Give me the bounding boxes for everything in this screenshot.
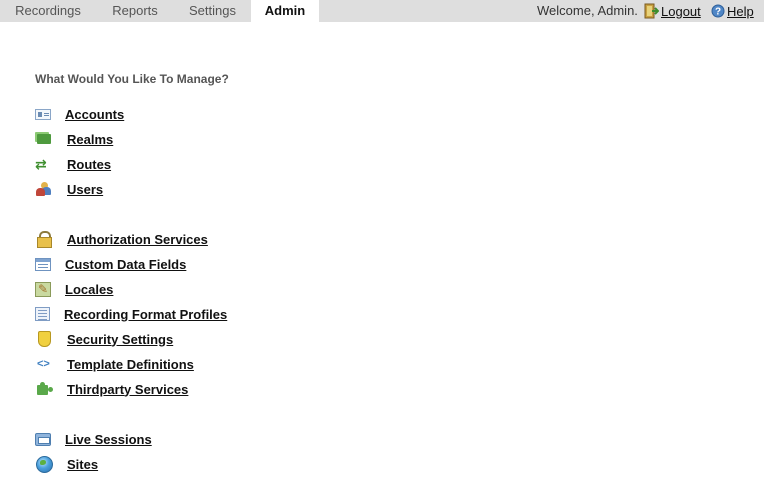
welcome-message: Welcome, Admin. (537, 3, 638, 18)
routes-arrows-icon: ⇄ (35, 156, 47, 172)
manage-item-label: Authorization Services (67, 231, 208, 247)
tab-recordings[interactable]: Recordings (0, 0, 96, 22)
format-list-icon (35, 307, 50, 321)
manage-sites-link[interactable]: Sites (35, 456, 99, 473)
logout-link[interactable]: Logout (643, 0, 701, 22)
manage-thirdparty-services-link[interactable]: Thirdparty Services (35, 381, 188, 397)
live-sessions-icon (35, 432, 51, 446)
code-brackets-icon: <> (37, 358, 50, 370)
realms-icon (35, 131, 53, 147)
lock-icon (35, 231, 53, 248)
manage-item-label: Recording Format Profiles (64, 306, 228, 322)
manage-custom-data-fields-link[interactable]: Custom Data Fields (35, 256, 186, 272)
manage-item-label: Live Sessions (65, 431, 152, 447)
help-label: Help (727, 3, 754, 19)
manage-item-label: Security Settings (67, 331, 174, 347)
svg-text:?: ? (715, 7, 721, 18)
manage-realms-link[interactable]: Realms (35, 131, 113, 147)
manage-accounts-link[interactable]: Accounts (35, 106, 124, 122)
manage-recording-format-profiles-link[interactable]: Recording Format Profiles (35, 306, 227, 322)
logout-label: Logout (661, 3, 701, 19)
form-fields-icon (35, 257, 51, 271)
tab-settings[interactable]: Settings (174, 0, 251, 22)
logout-door-icon (644, 3, 659, 19)
manage-item-label: Accounts (65, 106, 125, 122)
users-icon (35, 181, 53, 197)
manage-item-label: Thirdparty Services (67, 381, 189, 397)
manage-template-definitions-link[interactable]: <> Template Definitions (35, 356, 194, 372)
tab-admin[interactable]: Admin (251, 0, 319, 23)
manage-item-label: Realms (67, 131, 114, 147)
puzzle-piece-icon (35, 381, 53, 397)
tab-reports[interactable]: Reports (96, 0, 174, 22)
manage-item-label: Custom Data Fields (65, 256, 187, 272)
manage-users-link[interactable]: Users (35, 181, 103, 197)
manage-item-label: Sites (67, 456, 99, 472)
accounts-card-icon (35, 109, 51, 120)
top-nav-bar: Recordings Reports Settings Admin Welcom… (0, 0, 764, 23)
help-link[interactable]: ? Help (711, 0, 754, 22)
manage-authorization-services-link[interactable]: Authorization Services (35, 231, 208, 248)
help-icon: ? (711, 4, 725, 18)
page-heading: What Would You Like To Manage? (35, 72, 229, 86)
manage-security-settings-link[interactable]: Security Settings (35, 331, 173, 347)
manage-item-label: Users (67, 181, 104, 197)
globe-icon (35, 456, 53, 473)
manage-item-label: Template Definitions (67, 356, 194, 372)
manage-item-label: Routes (67, 156, 112, 172)
manage-routes-link[interactable]: ⇄ Routes (35, 156, 111, 172)
locale-icon (35, 281, 51, 297)
manage-live-sessions-link[interactable]: Live Sessions (35, 431, 152, 447)
manage-locales-link[interactable]: Locales (35, 281, 113, 297)
shield-icon (35, 331, 53, 347)
manage-item-label: Locales (65, 281, 114, 297)
